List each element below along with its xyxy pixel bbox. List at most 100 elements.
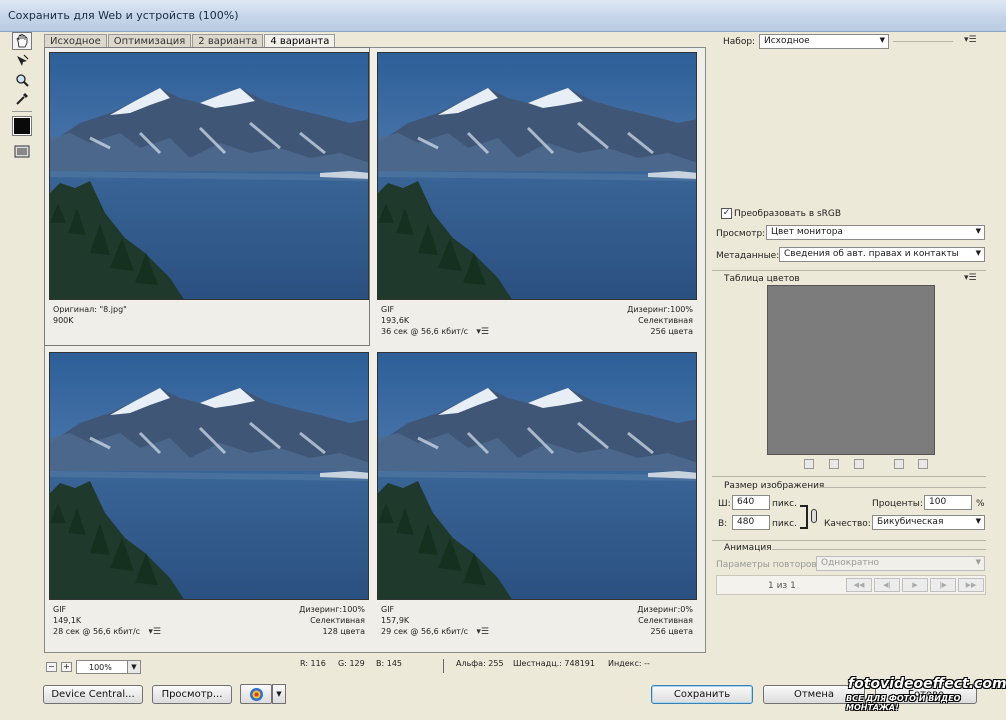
loop-value: Однократно xyxy=(821,558,879,568)
color-table xyxy=(767,285,935,455)
download-rate-menu-icon[interactable]: ▾☰ xyxy=(471,627,489,637)
play-button[interactable]: ▶ xyxy=(902,578,928,592)
section-divider xyxy=(712,540,986,541)
image-size-title: Размер изображения xyxy=(724,481,825,491)
preview-variant-2[interactable]: GIF 193,6K 36 сек @ 56,6 кбит/с ▾☰ Дизер… xyxy=(373,48,697,345)
eyedropper-icon[interactable] xyxy=(12,90,32,108)
height-unit: пикс. xyxy=(772,519,797,529)
info-line: Селективная xyxy=(310,616,365,625)
loop-select[interactable]: Однократно ▼ xyxy=(816,556,985,571)
info-line: Оригинал: "8.jpg" xyxy=(53,305,127,314)
info-line: 157,9K xyxy=(381,616,410,625)
metadata-select[interactable]: Сведения об авт. правах и контакты ▼ xyxy=(779,247,985,262)
preset-select[interactable]: Исходное ▼ xyxy=(759,34,889,49)
preview-mode-label: Просмотр: xyxy=(716,229,766,239)
tab-optimized[interactable]: Оптимизация xyxy=(107,34,192,48)
preview-variant-3[interactable]: GIF 149,1K 28 сек @ 56,6 кбит/с ▾☰ Дизер… xyxy=(45,348,369,645)
info-line: Дизеринг:100% xyxy=(299,605,365,614)
title-bar: Сохранить для Web и устройств (100%) xyxy=(0,0,1006,32)
zoom-icon[interactable] xyxy=(12,71,32,89)
save-button[interactable]: Сохранить xyxy=(651,685,753,704)
status-b: B: 145 xyxy=(376,659,402,668)
status-r: R: 116 xyxy=(300,659,326,668)
landscape-photo xyxy=(378,353,696,599)
convert-srgb-checkbox[interactable]: ✓ xyxy=(721,208,732,219)
percent-unit: % xyxy=(976,499,985,509)
download-rate-menu-icon[interactable]: ▾☰ xyxy=(143,627,161,637)
zoom-out-button[interactable]: − xyxy=(46,662,57,672)
preview-mode-value: Цвет монитора xyxy=(771,227,843,237)
section-divider xyxy=(712,476,986,477)
quality-label: Качество: xyxy=(824,519,871,529)
watermark-tagline: ВСЕ ДЛЯ ФОТО И ВИДЕО МОНТАЖА! xyxy=(846,694,961,712)
info-line: 256 цвета xyxy=(650,327,693,336)
hand-icon[interactable] xyxy=(12,32,32,50)
zoom-in-button[interactable]: + xyxy=(61,662,72,672)
preview-area: Оригинал: "8.jpg" 900K GIF 193,6K 36 сек… xyxy=(44,47,706,653)
view-tabs: Исходное Оптимизация 2 варианта 4 вариан… xyxy=(44,34,336,48)
preset-divider xyxy=(893,41,953,42)
info-line: GIF xyxy=(381,305,395,314)
preview-button[interactable]: Просмотр... xyxy=(152,685,232,704)
new-color-icon[interactable] xyxy=(894,459,904,469)
info-line: Селективная xyxy=(638,616,693,625)
next-frame-button[interactable]: |▶ xyxy=(930,578,956,592)
quality-select[interactable]: Бикубическая ▼ xyxy=(872,515,985,530)
web-shift-icon[interactable] xyxy=(829,459,839,469)
landscape-photo xyxy=(50,53,368,299)
preset-value: Исходное xyxy=(764,36,810,46)
slice-select-icon[interactable] xyxy=(12,52,32,70)
zoom-level-field[interactable]: 100% xyxy=(76,660,128,674)
info-line: Дизеринг:0% xyxy=(637,605,693,614)
link-icon[interactable] xyxy=(811,509,817,523)
device-central-button[interactable]: Device Central... xyxy=(43,685,143,704)
width-field[interactable]: 640 xyxy=(732,495,770,510)
map-to-transparent-icon[interactable] xyxy=(804,459,814,469)
status-alpha: Альфа: 255 xyxy=(456,659,504,668)
zoom-dropdown-arrow[interactable]: ▼ xyxy=(127,660,141,674)
toggle-slices-icon[interactable] xyxy=(12,142,32,160)
status-hex: Шестнадц.: 748191 xyxy=(513,659,595,668)
preview-original[interactable]: Оригинал: "8.jpg" 900K xyxy=(44,47,370,346)
info-line: 36 сек @ 56,6 кбит/с xyxy=(381,327,469,336)
constrain-bracket xyxy=(800,505,808,529)
info-line: GIF xyxy=(381,605,395,614)
first-frame-button[interactable]: ◀◀ xyxy=(846,578,872,592)
status-divider xyxy=(443,659,444,673)
convert-srgb-label: Преобразовать в sRGB xyxy=(734,209,842,219)
preset-label: Набор: xyxy=(723,37,756,47)
browser-icon xyxy=(250,688,263,701)
color-table-title: Таблица цветов xyxy=(724,274,800,284)
quality-value: Бикубическая xyxy=(877,517,944,527)
save-for-web-dialog: Исходное Оптимизация 2 варианта 4 вариан… xyxy=(0,32,1006,720)
preview-mode-select[interactable]: Цвет монитора ▼ xyxy=(766,225,985,240)
landscape-photo xyxy=(378,53,696,299)
tab-2-up[interactable]: 2 варианта xyxy=(192,34,264,48)
trash-icon[interactable] xyxy=(918,459,928,469)
preview-in-browser-button[interactable] xyxy=(240,684,272,704)
optimize-menu-icon[interactable]: ▾☰ xyxy=(964,35,977,45)
width-unit: пикс. xyxy=(772,499,797,509)
download-rate-menu-icon[interactable]: ▾☰ xyxy=(471,327,489,337)
info-line: GIF xyxy=(53,605,67,614)
browser-menu-arrow[interactable]: ▼ xyxy=(272,684,286,704)
section-divider xyxy=(820,487,986,488)
last-frame-button[interactable]: ▶▶ xyxy=(958,578,984,592)
status-g: G: 129 xyxy=(338,659,365,668)
window-title: Сохранить для Web и устройств (100%) xyxy=(8,9,239,22)
height-field[interactable]: 480 xyxy=(732,515,770,530)
height-label: В: xyxy=(718,519,728,529)
tab-original[interactable]: Исходное xyxy=(44,34,107,48)
info-line: 256 цвета xyxy=(650,627,693,636)
info-line: 193,6K xyxy=(381,316,410,325)
eyedropper-color-swatch[interactable] xyxy=(12,116,32,136)
previous-frame-button[interactable]: ◀| xyxy=(874,578,900,592)
lock-color-icon[interactable] xyxy=(854,459,864,469)
percent-field[interactable]: 100 xyxy=(924,495,972,510)
landscape-photo xyxy=(50,353,368,599)
preview-variant-4[interactable]: GIF 157,9K 29 сек @ 56,6 кбит/с ▾☰ Дизер… xyxy=(373,348,697,645)
tool-column xyxy=(10,32,34,162)
section-divider xyxy=(712,270,986,271)
tab-4-up[interactable]: 4 варианта xyxy=(264,34,336,48)
color-table-menu-icon[interactable]: ▾☰ xyxy=(964,273,977,283)
